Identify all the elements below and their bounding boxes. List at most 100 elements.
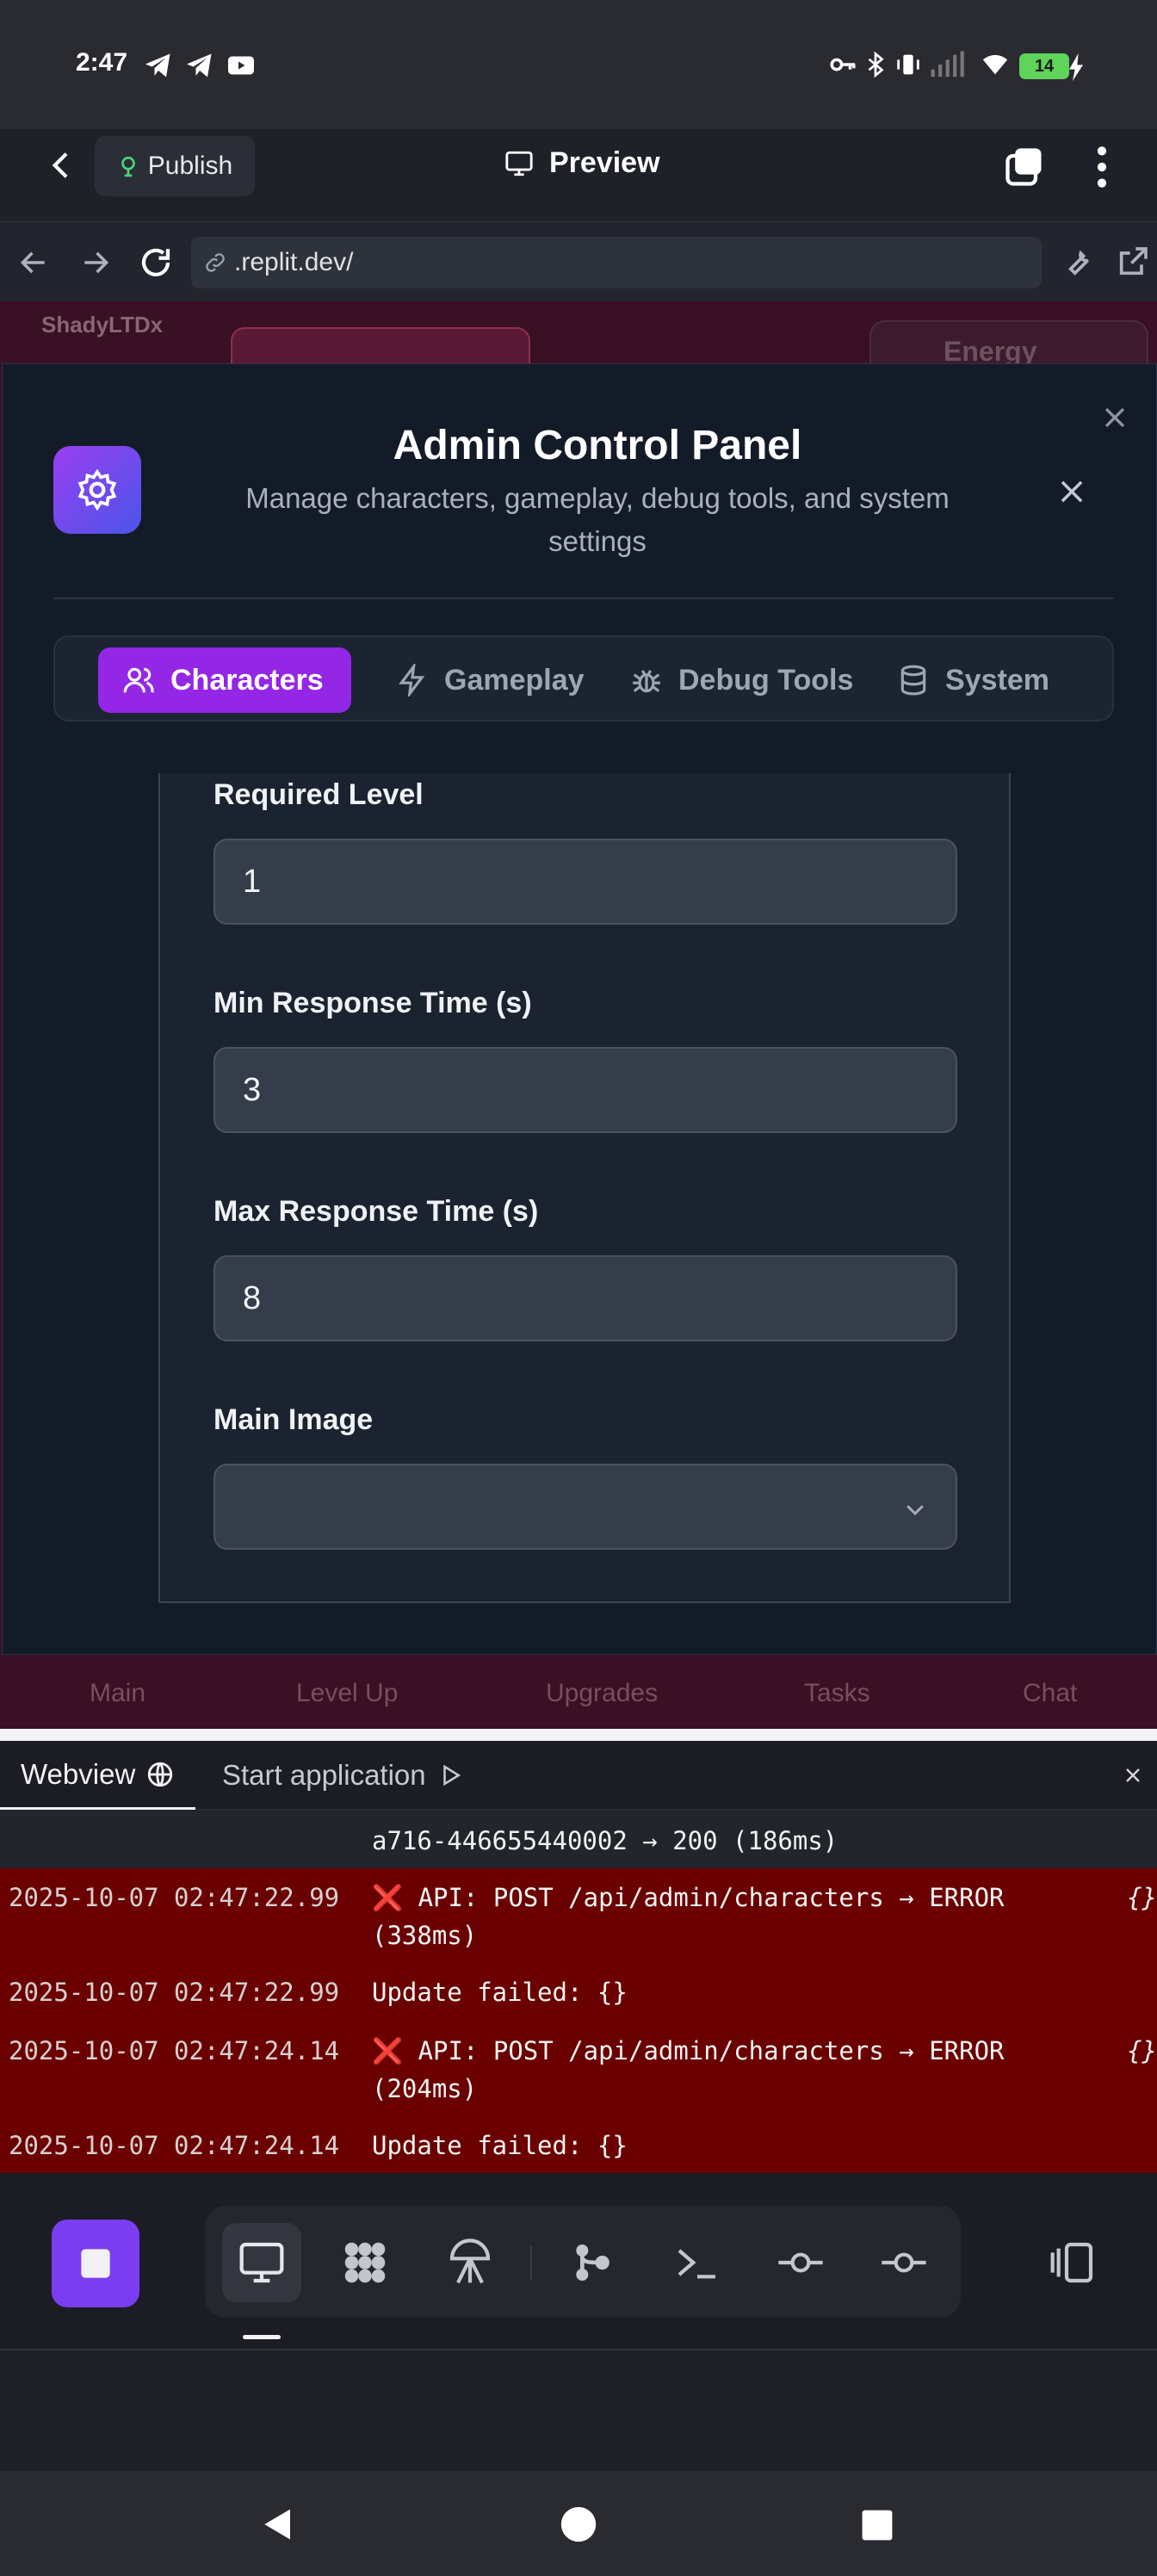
url-text: .replit.dev/ [234,248,354,276]
browser-forward-icon[interactable] [79,246,112,279]
status-time: 2:47 [76,48,128,77]
modal-subtitle: Manage characters, gameplay, debug tools… [245,482,950,557]
publish-button[interactable]: Publish [95,136,255,196]
preview-label: Preview [549,146,660,179]
modal-title: Admin Control Panel [393,423,802,468]
charging-icon [1067,53,1085,81]
more-icon[interactable] [1086,143,1117,191]
tab-label: System [945,663,1049,697]
close-icon[interactable] [1055,475,1088,508]
tab-label: Debug Tools [678,663,854,697]
main-image-select[interactable] [213,1464,957,1550]
max-response-time-input[interactable]: 8 [213,1255,957,1341]
divider [53,598,1114,599]
telegram-icon [184,50,215,81]
packages-icon[interactable] [325,2223,405,2302]
telegram-icon [143,50,174,81]
log-timestamp: 2025-10-07 02:47:22.99 [9,1978,340,2007]
log-timestamp: 2025-10-07 02:47:24.14 [9,2036,340,2065]
nav-item-chat[interactable]: Chat [1023,1679,1077,1708]
tab-characters[interactable]: Characters [98,647,351,713]
browser-back-icon[interactable] [17,246,50,279]
start-application-label: Start application [222,1759,426,1791]
log-row-error: 2025-10-07 02:47:24.14 Update failed: {} [0,2116,1157,2173]
publish-icon [117,155,139,177]
character-form: Required Level 1 Min Response Time (s) 3… [158,773,1011,1603]
start-application-button[interactable]: Start application [222,1741,464,1810]
log-object[interactable]: {} [1127,1879,1157,1917]
tab-label: Characters [170,663,324,697]
pane-divider[interactable] [0,1729,1157,1741]
url-field[interactable]: .replit.dev/ [191,237,1042,288]
log-row: a716-446655440002 → 200 (186ms) [0,1810,1157,1868]
log-message: Update failed: {} [372,1978,628,2007]
git-icon[interactable] [553,2223,632,2302]
log-timestamp: 2025-10-07 02:47:24.14 [9,2131,340,2160]
tab-webview-label: Webview [21,1757,136,1790]
log-timestamp: 2025-10-07 02:47:22.99 [9,1883,340,1912]
field-label-min-response-time: Min Response Time (s) [213,987,532,1019]
vibrate-icon [894,50,923,79]
nav-back-icon[interactable] [260,2505,296,2543]
close-icon[interactable] [1100,403,1129,432]
deployments-icon[interactable] [430,2223,510,2302]
log-message: Update failed: {} [372,2131,628,2160]
nav-recents-icon[interactable] [861,2509,894,2542]
globe-icon [145,1760,175,1789]
tab-gameplay[interactable]: Gameplay [372,647,609,713]
play-icon [438,1762,464,1788]
bug-icon [630,664,663,697]
wifi-icon [978,50,1012,79]
min-response-time-input[interactable]: 3 [213,1047,957,1133]
input-area[interactable] [0,2349,1157,2471]
nav-item-tasks[interactable]: Tasks [804,1679,870,1708]
link-icon [203,251,227,275]
log-object[interactable]: {} [1127,2032,1157,2070]
log-message: a716-446655440002 → 200 (186ms) [372,1826,838,1855]
required-level-input[interactable]: 1 [213,839,957,925]
preview-title[interactable]: Preview [503,146,660,180]
nav-home-icon[interactable] [560,2505,597,2543]
stop-icon [78,2246,113,2281]
toolbar-divider [530,2245,532,2280]
commit-icon[interactable] [761,2223,840,2302]
chevron-down-icon [902,1496,928,1522]
database-icon [897,664,930,697]
tab-debug-tools[interactable]: Debug Tools [606,647,877,713]
close-icon[interactable] [1123,1765,1143,1786]
nav-item-main[interactable]: Main [90,1679,145,1708]
youtube-icon [226,50,257,81]
tab-bar: Characters Gameplay Debug Tools System [53,635,1114,721]
active-tool-indicator [243,2335,281,2339]
tabs-icon[interactable] [1002,145,1047,189]
log-row-error: 2025-10-07 02:47:24.14 ❌ API: POST /api/… [0,2022,1157,2116]
monitor-icon [503,149,535,178]
tab-webview[interactable]: Webview [0,1741,196,1810]
console-log: a716-446655440002 → 200 (186ms) 2025-10-… [0,1810,1157,2173]
publish-label: Publish [147,152,233,180]
signal-icon [928,50,966,79]
users-icon [122,664,155,697]
preview-tool-icon[interactable] [222,2223,301,2302]
wrench-icon[interactable] [1061,245,1095,279]
tab-system[interactable]: System [873,647,1073,713]
log-row-error: 2025-10-07 02:47:22.99 Update failed: {} [0,1963,1157,2022]
field-label-required-level: Required Level [213,778,424,811]
back-icon[interactable] [45,148,79,183]
nav-item-upgrades[interactable]: Upgrades [546,1679,658,1708]
shell-icon[interactable] [658,2223,737,2302]
log-message: ❌ API: POST /api/admin/characters → ERRO… [372,2036,1005,2103]
bluetooth-icon [863,50,888,79]
tab-label: Gameplay [444,663,585,697]
external-link-icon[interactable] [1116,245,1150,279]
username: ShadyLTDx [41,312,164,337]
nav-item-level-up[interactable]: Level Up [296,1679,398,1708]
stop-button[interactable] [52,2220,139,2307]
battery-indicator: 14 [1019,53,1069,79]
log-row-error: 2025-10-07 02:47:22.99 ❌ API: POST /api/… [0,1868,1157,1963]
reload-icon[interactable] [138,245,174,281]
commit-icon[interactable] [864,2223,944,2302]
layout-toggle-icon[interactable] [1033,2223,1112,2302]
log-message: ❌ API: POST /api/admin/characters → ERRO… [372,1883,1005,1950]
field-label-max-response-time: Max Response Time (s) [213,1195,539,1228]
